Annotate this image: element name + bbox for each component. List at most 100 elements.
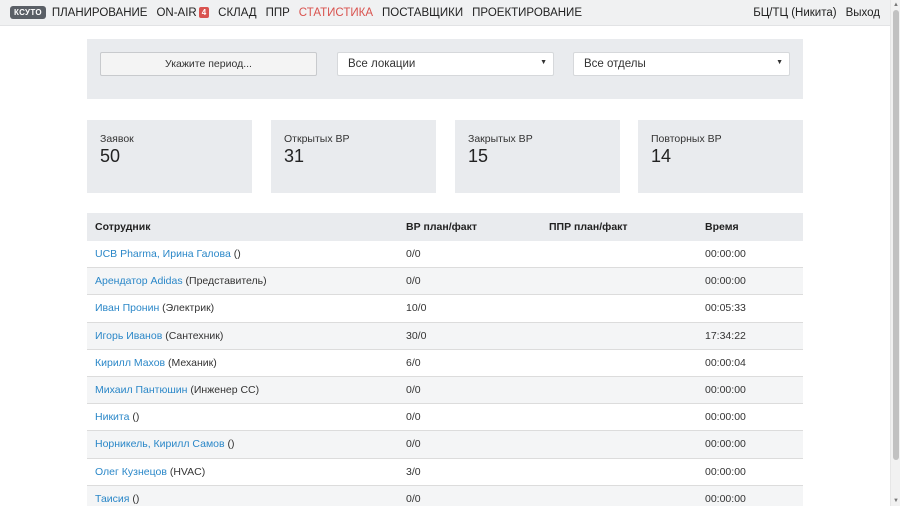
location-select-value: Все локации [348,58,416,70]
nav-right: БЦ/ТЦ (Никита) Выход [744,7,890,19]
employee-cell: Иван Пронин (Электрик) [87,302,406,314]
logout-link[interactable]: Выход [846,7,880,19]
stat-card-open: Открытых ВР 31 [271,120,436,193]
employee-stats-table: Сотрудник ВР план/факт ППР план/факт Вре… [87,213,803,506]
employee-role: () [129,411,140,424]
employee-link[interactable]: Михаил Пантюшин [95,384,187,396]
table-row: Арендатор Adidas (Представитель) 0/0 00:00… [87,268,803,296]
employee-cell: Норникель, Кирилл Самов () [87,438,406,450]
stat-label: Повторных ВР [651,133,722,145]
vr-cell: 0/0 [406,411,421,424]
employee-link[interactable]: Никита [95,411,129,423]
stat-label: Открытых ВР [284,133,350,145]
time-cell: 00:00:04 [705,356,746,369]
scroll-up-icon[interactable]: ▲ [891,0,900,10]
vr-cell: 0/0 [406,248,421,261]
employee-role: (Сантехник) [162,329,224,342]
employee-cell: Игорь Иванов (Сантехник) [87,330,406,342]
stat-card-requests: Заявок 50 [87,120,252,193]
nav-item-on-air-label: ON-AIR [156,6,197,19]
vr-cell: 0/0 [406,438,421,451]
nav-item-statistics[interactable]: СТАТИСТИКА [299,7,373,19]
vr-cell: 0/0 [406,492,421,505]
department-select[interactable]: Все отделы ▼ [573,52,790,76]
user-menu[interactable]: БЦ/ТЦ (Никита) [753,7,836,19]
employee-cell: Кирилл Махов (Механик) [87,357,406,369]
time-cell: 00:00:00 [705,248,746,261]
vr-cell: 30/0 [406,329,427,342]
employee-cell: Арендатор Adidas (Представитель) [87,275,406,287]
column-header-time[interactable]: Время [705,221,803,233]
column-header-ppr[interactable]: ППР план/факт [549,221,705,233]
stat-value: 14 [651,146,672,166]
column-header-employee[interactable]: Сотрудник [87,221,406,233]
employee-role: (Механик) [165,356,217,369]
scroll-thumb[interactable] [893,10,899,460]
chevron-down-icon: ▼ [540,59,547,66]
time-cell: 00:00:00 [705,411,746,424]
table-row: Таисия () 0/0 00:00:00 [87,485,803,506]
employee-link[interactable]: UCB Pharma, Ирина Галова [95,248,231,260]
employee-cell: Таисия () [87,493,406,505]
brand-logo[interactable]: КСУТО [10,6,46,19]
column-header-vr[interactable]: ВР план/факт [406,221,549,233]
table-body: UCB Pharma, Ирина Галова () 0/0 00:00:00 Ар… [87,241,803,506]
employee-link[interactable]: Олег Кузнецов [95,466,167,478]
nav-item-warehouse[interactable]: СКЛАД [218,7,256,19]
vr-cell: 0/0 [406,275,421,288]
top-navbar: КСУТО ПЛАНИРОВАНИЕ ON-AIR 4 СКЛАД ППР СТА… [0,0,890,26]
employee-link[interactable]: Кирилл Махов [95,357,165,369]
employee-role: () [129,492,140,505]
stat-card-closed: Закрытых ВР 15 [455,120,620,193]
on-air-count-badge: 4 [198,6,210,18]
employee-role: () [224,438,235,451]
time-cell: 00:05:33 [705,302,746,315]
vr-cell: 3/0 [406,465,421,478]
employee-cell: UCB Pharma, Ирина Галова () [87,248,406,260]
nav-item-ppr[interactable]: ППР [266,7,290,19]
vr-cell: 6/0 [406,356,421,369]
time-cell: 00:00:00 [705,384,746,397]
employee-link[interactable]: Арендатор Adidas [95,275,183,287]
stat-value: 15 [468,146,489,166]
employee-cell: Никита () [87,411,406,423]
table-row: Никита () 0/0 00:00:00 [87,404,803,432]
employee-cell: Олег Кузнецов (HVAC) [87,466,406,478]
period-picker-button[interactable]: Укажите период... [100,52,317,76]
scroll-down-icon[interactable]: ▼ [891,496,900,506]
department-select-value: Все отделы [584,58,646,70]
table-row: Игорь Иванов (Сантехник) 30/0 17:34:22 [87,322,803,350]
employee-role: (Представитель) [182,275,267,288]
page-scrollbar[interactable]: ▲ ▼ [890,0,900,506]
table-row: Норникель, Кирилл Самов () 0/0 00:00:00 [87,431,803,459]
chevron-down-icon: ▼ [776,59,783,66]
table-row: Иван Пронин (Электрик) 10/0 00:05:33 [87,295,803,323]
stat-label: Заявок [100,133,134,145]
employee-link[interactable]: Иван Пронин [95,302,159,314]
time-cell: 00:00:00 [705,275,746,288]
vr-cell: 0/0 [406,384,421,397]
employee-role: () [230,248,241,261]
time-cell: 17:34:22 [705,329,746,342]
stat-value: 50 [100,146,121,166]
filter-panel: Укажите период... Все локации ▼ Все отде… [87,39,803,99]
location-select[interactable]: Все локации ▼ [337,52,554,76]
employee-link[interactable]: Игорь Иванов [95,330,162,342]
employee-role: (Инженер СС) [187,384,260,397]
employee-cell: Михаил Пантюшин (Инженер СС) [87,384,406,396]
nav-item-suppliers[interactable]: ПОСТАВЩИКИ [382,7,463,19]
employee-role: (Электрик) [159,302,215,315]
employee-link[interactable]: Таисия [95,493,129,505]
employee-role: (HVAC) [166,465,206,478]
time-cell: 00:00:00 [705,465,746,478]
vr-cell: 10/0 [406,302,427,315]
employee-link[interactable]: Норникель, Кирилл Самов [95,438,225,450]
stat-value: 31 [284,146,305,166]
nav-item-design[interactable]: ПРОЕКТИРОВАНИЕ [472,7,582,19]
nav-item-planning[interactable]: ПЛАНИРОВАНИЕ [52,7,148,19]
time-cell: 00:00:00 [705,492,746,505]
table-header: Сотрудник ВР план/факт ППР план/факт Вре… [87,213,803,241]
nav-item-on-air[interactable]: ON-AIR 4 [156,6,210,19]
time-cell: 00:00:00 [705,438,746,451]
table-row: UCB Pharma, Ирина Галова () 0/0 00:00:00 [87,241,803,269]
